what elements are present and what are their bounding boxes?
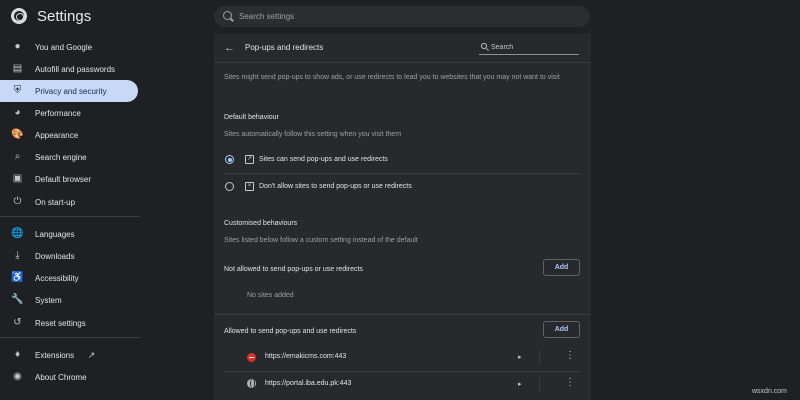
settings-search-input[interactable] [239, 9, 559, 24]
sidebar-item-default-browser[interactable]: ▣ Default browser [0, 168, 138, 190]
row-divider [224, 371, 581, 372]
chrome-icon: ◉ [13, 371, 22, 382]
sidebar-item-label: Reset settings [35, 318, 86, 328]
more-actions-icon[interactable]: ⋮ [565, 351, 575, 361]
app-title: Settings [37, 8, 92, 25]
panel-divider [214, 62, 591, 63]
sidebar-item-about-chrome[interactable]: ◉ About Chrome [0, 366, 138, 388]
row-separator [539, 377, 540, 392]
section-divider [214, 314, 591, 315]
page-title: Pop-ups and redirects [245, 43, 324, 52]
sidebar-item-label: Languages [35, 229, 75, 239]
panel-description: Sites might send pop-ups to show ads, or… [224, 74, 560, 81]
customised-behaviours-subtitle: Sites listed below follow a custom setti… [224, 237, 418, 244]
panel-search-input[interactable] [491, 41, 576, 53]
sidebar-item-appearance[interactable]: 🎨 Appearance [0, 124, 138, 146]
site-favicon-icon [247, 353, 256, 362]
blocked-window-icon: × [245, 182, 254, 191]
sidebar-item-downloads[interactable]: ⤓ Downloads [0, 245, 138, 267]
no-sites-text: No sites added [247, 292, 294, 299]
allow-popups-radio[interactable] [225, 155, 234, 164]
sidebar-item-label: About Chrome [35, 372, 87, 382]
sidebar-item-label: Search engine [35, 152, 87, 162]
sidebar-item-label: Privacy and security [35, 86, 107, 96]
sidebar-item-label: Appearance [35, 130, 79, 140]
sidebar-item-extensions[interactable]: ♦ Extensions ↗ [0, 344, 138, 366]
sidebar-item-label: On start-up [35, 197, 76, 207]
default-behaviour-heading: Default behaviour [224, 114, 279, 121]
sidebar-item-languages[interactable]: 🌐 Languages [0, 223, 138, 245]
sidebar-item-performance[interactable]: ◕ Performance [0, 102, 138, 124]
external-link-icon: ↗ [87, 349, 96, 360]
back-arrow-icon[interactable]: ← [224, 42, 235, 54]
search-icon [481, 43, 487, 49]
accessibility-icon: ♿ [11, 272, 24, 283]
not-allowed-label: Not allowed to send pop-ups or use redir… [224, 266, 363, 273]
sidebar-item-search-engine[interactable]: ⌕ Search engine [0, 146, 138, 168]
block-popups-label: Don't allow sites to send pop-ups or use… [259, 183, 412, 190]
sidebar-divider [0, 337, 140, 338]
add-allowed-site-button[interactable]: Add [543, 321, 580, 338]
external-window-icon: ↗ [245, 155, 254, 164]
sidebar-item-label: Performance [35, 108, 81, 118]
customised-behaviours-heading: Customised behaviours [224, 220, 298, 227]
sidebar-item-label: Autofill and passwords [35, 64, 116, 74]
sidebar-item-label: You and Google [35, 42, 93, 52]
speedometer-icon: ◕ [14, 107, 21, 118]
chrome-logo-icon [11, 8, 27, 24]
watermark: wsxdn.com [752, 388, 788, 395]
palette-icon: 🎨 [11, 129, 24, 140]
top-bar: Settings [0, 0, 800, 33]
clipboard-icon: ▤ [12, 63, 23, 74]
sidebar-item-autofill[interactable]: ▤ Autofill and passwords [0, 58, 138, 80]
download-icon: ⤓ [15, 250, 20, 261]
sidebar-item-label: Default browser [35, 174, 92, 184]
settings-search-bar[interactable] [214, 6, 590, 27]
person-icon: ● [14, 41, 21, 52]
search-icon: ⌕ [14, 151, 21, 162]
default-behaviour-subtitle: Sites automatically follow this setting … [224, 131, 402, 138]
allowed-label: Allowed to send pop-ups and use redirect… [224, 328, 357, 335]
sidebar-item-privacy-and-security[interactable]: ⛨ Privacy and security [0, 80, 138, 102]
chevron-right-icon[interactable]: ▸ [518, 380, 522, 388]
sidebar-item-label: Accessibility [35, 273, 79, 283]
allow-popups-label: Sites can send pop-ups and use redirects [259, 156, 388, 163]
globe-icon: 🌐 [11, 228, 24, 239]
puzzle-icon: ♦ [14, 349, 21, 360]
option-divider [224, 173, 581, 174]
panel-search-field[interactable] [479, 41, 579, 55]
sidebar-divider [0, 216, 140, 217]
sidebar-item-on-start-up[interactable]: ⏻ On start-up [0, 191, 138, 213]
sidebar-item-label: System [35, 295, 62, 305]
power-icon: ⏻ [13, 196, 22, 207]
popups-panel: ← Pop-ups and redirects Sites might send… [214, 33, 591, 400]
more-actions-icon[interactable]: ⋮ [565, 378, 575, 388]
reset-icon: ↺ [13, 317, 22, 328]
browser-icon: ▣ [12, 173, 23, 184]
sidebar-item-accessibility[interactable]: ♿ Accessibility [0, 267, 138, 289]
shield-icon: ⛨ [13, 85, 22, 96]
sidebar-item-label: Downloads [35, 251, 75, 261]
wrench-icon: 🔧 [11, 294, 24, 305]
sidebar-item-reset-settings[interactable]: ↺ Reset settings [0, 312, 138, 334]
sidebar-item-system[interactable]: 🔧 System [0, 289, 138, 311]
sidebar-item-you-and-google[interactable]: ● You and Google [0, 36, 138, 58]
add-blocked-site-button[interactable]: Add [543, 259, 580, 276]
search-icon [223, 11, 232, 20]
row-separator [539, 350, 540, 365]
globe-icon [247, 379, 256, 388]
site-url: https://portal.iba.edu.pk:443 [265, 380, 352, 387]
chevron-right-icon[interactable]: ▸ [518, 353, 522, 361]
sidebar-item-label: Extensions [35, 350, 75, 360]
site-url: https://emakicms.com:443 [265, 353, 347, 360]
block-popups-radio[interactable] [225, 182, 234, 191]
